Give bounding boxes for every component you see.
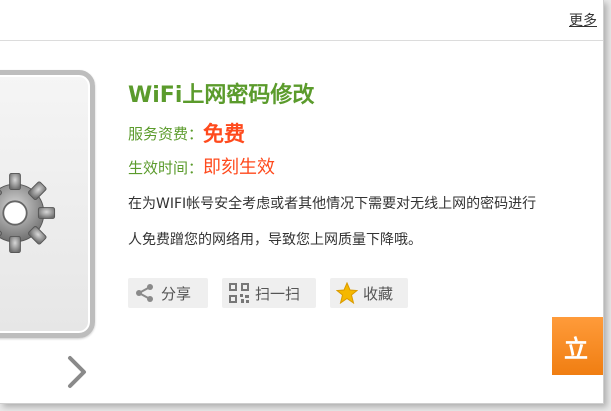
effect-row: 生效时间：即刻生效 [128,153,275,179]
effect-value: 即刻生效 [203,157,276,178]
description-line-1: 在为WIFI帐号安全考虑或者其他情况下需要对无线上网的密码进行 [128,196,537,212]
top-bar: 更多 [0,0,603,41]
favorite-button[interactable]: 收藏 [330,278,408,308]
product-title: WiFi上网密码修改 [128,83,315,108]
service-card: 更多 WiFi上网密码修改 服务资费：免费 生效时间：即刻生效 在为WIFI帐号… [0,0,604,404]
share-icon [136,284,153,302]
fee-row: 服务资费：免费 [128,118,245,148]
gear-icon [0,172,56,254]
effect-label: 生效时间： [128,159,204,177]
share-button[interactable]: 分享 [128,278,208,308]
more-link[interactable]: 更多 [569,10,597,30]
qr-code-icon [229,283,249,303]
fee-value: 免费 [203,122,246,146]
scan-label: 扫一扫 [255,284,301,303]
scan-button[interactable]: 扫一扫 [222,278,316,308]
order-now-button[interactable]: 立 [552,317,603,375]
star-icon [336,282,358,304]
chevron-right-icon[interactable] [62,352,92,392]
favorite-label: 收藏 [363,284,394,303]
description-line-2: 人免费蹭您的网络用，导致您上网质量下降哦。 [128,232,422,248]
fee-label: 服务资费： [128,125,204,143]
share-label: 分享 [161,284,192,303]
